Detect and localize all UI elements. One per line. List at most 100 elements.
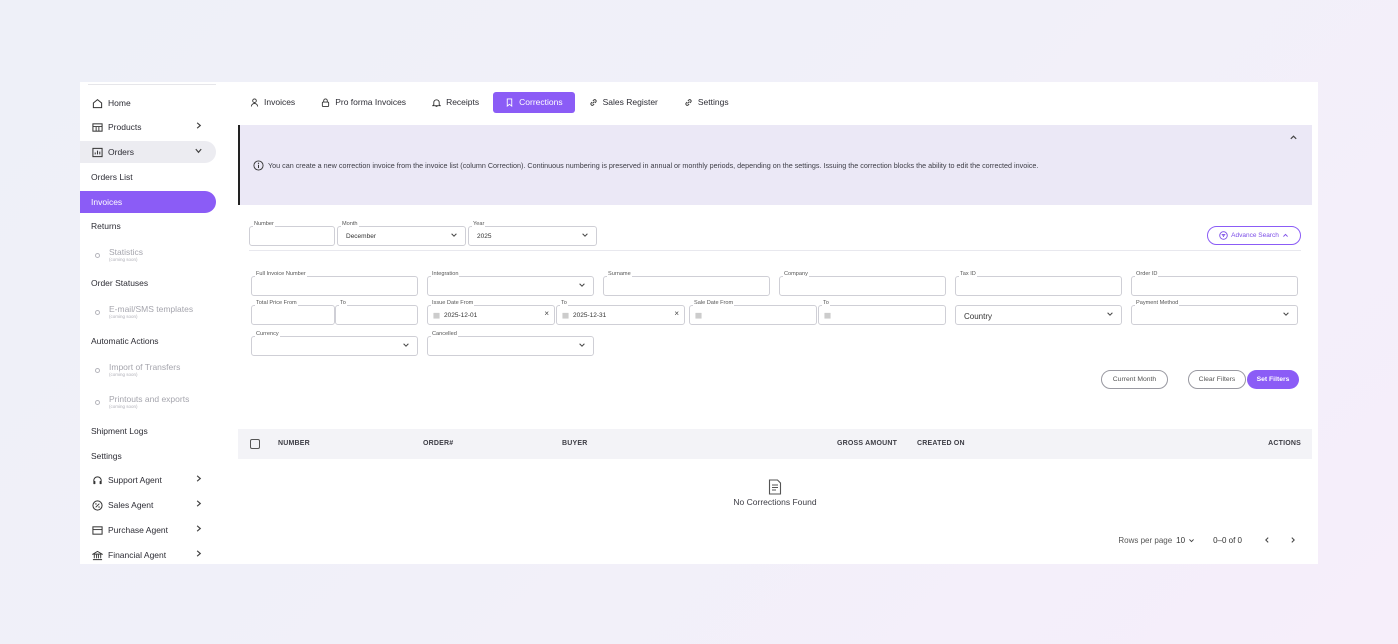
select-all-checkbox[interactable]	[250, 439, 260, 449]
bookmark-icon	[506, 97, 513, 107]
user-icon	[250, 97, 259, 107]
sidebar-item-invoices[interactable]: Invoices	[80, 191, 216, 213]
surname-field[interactable]: Surname	[603, 271, 770, 296]
bank-icon	[91, 549, 103, 561]
current-month-button[interactable]: Current Month	[1101, 370, 1168, 389]
chevron-right-icon	[194, 524, 204, 536]
tab-pro-forma-invoices[interactable]: Pro forma Invoices	[309, 92, 418, 113]
sidebar-item-label: Statistics	[109, 246, 144, 257]
home-icon	[91, 97, 103, 109]
sidebar-item-financial-agent[interactable]: Financial Agent	[80, 544, 216, 564]
total-price-to-field[interactable]: To	[335, 300, 418, 325]
headset-icon	[91, 474, 103, 486]
tab-sales-register[interactable]: Sales Register	[577, 92, 670, 113]
clear-icon[interactable]: ×	[544, 309, 549, 318]
full-invoice-number-field[interactable]: Full Invoice Number	[251, 271, 418, 296]
divider	[249, 250, 1301, 251]
sidebar-item-settings[interactable]: Settings	[80, 445, 216, 467]
tab-receipts[interactable]: Receipts	[420, 92, 491, 113]
rows-per-page-select[interactable]: 10	[1176, 536, 1195, 545]
tab-label: Settings	[697, 97, 729, 107]
sidebar-item-label: Returns	[91, 221, 121, 231]
integration-select[interactable]: Integration	[427, 271, 594, 296]
sidebar-item-shipment-logs[interactable]: Shipment Logs	[80, 420, 216, 442]
field-label: Number	[253, 221, 275, 228]
products-icon	[91, 121, 103, 133]
company-field[interactable]: Company	[779, 271, 946, 296]
clear-icon[interactable]: ×	[674, 309, 679, 318]
filter-icon	[1219, 231, 1228, 240]
column-header-actions: ACTIONS	[1268, 440, 1301, 447]
sidebar-item-home[interactable]: Home	[80, 92, 216, 114]
field-value: 2025-12-01	[444, 312, 478, 319]
field-label: Full Invoice Number	[255, 271, 307, 278]
advanced-search-button[interactable]: Advance Search	[1207, 226, 1301, 245]
tab-invoices[interactable]: Invoices	[238, 92, 307, 113]
cancelled-select[interactable]: Cancelled	[427, 331, 594, 356]
tab-corrections[interactable]: Corrections	[493, 91, 575, 113]
sidebar-item-label: Settings	[91, 451, 122, 461]
month-select[interactable]: Month December	[337, 221, 466, 246]
cart-icon	[91, 524, 103, 536]
set-filters-button[interactable]: Set Filters	[1247, 370, 1299, 389]
issue-date-from-field[interactable]: Issue Date From 2025-12-01 ×	[427, 300, 555, 325]
chevron-up-icon[interactable]	[1289, 133, 1298, 144]
tab-label: Corrections	[519, 97, 563, 107]
sidebar-item-label: Automatic Actions	[91, 336, 159, 346]
clear-filters-button[interactable]: Clear Filters	[1188, 370, 1246, 389]
sidebar-item-automatic-actions[interactable]: Automatic Actions	[80, 330, 216, 352]
sidebar-item-label: Import of Transfers	[109, 361, 181, 372]
bell-icon	[432, 98, 442, 107]
sidebar-item-order-statuses[interactable]: Order Statuses	[80, 272, 216, 294]
sidebar: Home Products Orders Orders List Invoice…	[80, 82, 216, 564]
chevron-down-icon	[581, 231, 590, 240]
field-label: Cancelled	[431, 331, 458, 338]
sidebar-divider	[88, 84, 216, 85]
table-header: NUMBER ORDER# BUYER GROSS AMOUNT CREATED…	[238, 429, 1312, 459]
tab-settings[interactable]: Settings	[672, 92, 741, 113]
payment-method-select[interactable]: Payment Method	[1131, 300, 1298, 325]
tax-id-field[interactable]: Tax ID	[955, 271, 1122, 296]
sale-date-from-field[interactable]: Sale Date From	[689, 300, 817, 325]
column-header-number[interactable]: NUMBER	[278, 440, 310, 447]
next-page-button[interactable]	[1286, 533, 1300, 547]
column-header-order[interactable]: ORDER#	[423, 440, 453, 447]
sidebar-item-returns[interactable]: Returns	[80, 215, 216, 237]
currency-select[interactable]: Currency	[251, 331, 418, 356]
sidebar-item-email-sms-templates: E-mail/SMS templates (coming soon)	[80, 301, 216, 323]
button-label: Current Month	[1112, 376, 1157, 383]
main-content: Invoices Pro forma Invoices Receipts Cor…	[238, 82, 1312, 564]
sidebar-item-orders[interactable]: Orders	[80, 141, 216, 163]
sidebar-item-purchase-agent[interactable]: Purchase Agent	[80, 519, 216, 541]
number-field[interactable]: Number	[249, 221, 335, 246]
field-label: Total Price From	[255, 300, 298, 307]
column-header-created-on[interactable]: CREATED ON	[917, 440, 965, 447]
sidebar-item-label: Financial Agent	[108, 550, 167, 560]
sidebar-item-label: Orders List	[91, 172, 133, 182]
app-window: Home Products Orders Orders List Invoice…	[80, 82, 1318, 564]
sidebar-item-orders-list[interactable]: Orders List	[80, 166, 216, 188]
total-price-from-field[interactable]: Total Price From	[251, 300, 335, 325]
sidebar-item-label: Purchase Agent	[108, 525, 169, 535]
column-header-gross-amount[interactable]: GROSS AMOUNT	[837, 440, 897, 447]
pagination: Rows per page 10 0–0 of 0	[1118, 530, 1312, 550]
field-label: Integration	[431, 271, 460, 278]
order-id-field[interactable]: Order ID	[1131, 271, 1298, 296]
calendar-icon	[695, 312, 702, 319]
year-select[interactable]: Year 2025	[468, 221, 597, 246]
field-label: Currency	[255, 331, 280, 338]
chevron-right-icon	[194, 121, 204, 133]
previous-page-button[interactable]	[1260, 533, 1274, 547]
sale-date-to-field[interactable]: To	[818, 300, 946, 325]
field-label: Company	[783, 271, 809, 278]
issue-date-to-field[interactable]: To 2025-12-31 ×	[556, 300, 685, 325]
sidebar-item-products[interactable]: Products	[80, 116, 216, 138]
column-header-buyer[interactable]: BUYER	[562, 440, 588, 447]
country-select[interactable]: Country	[955, 305, 1122, 325]
field-value: 2025	[477, 233, 492, 240]
sidebar-item-label: Order Statuses	[91, 278, 149, 288]
sidebar-item-sales-agent[interactable]: Sales Agent	[80, 494, 216, 516]
sidebar-item-support-agent[interactable]: Support Agent	[80, 469, 216, 491]
field-label: Issue Date From	[431, 300, 475, 307]
field-label: To	[560, 300, 568, 307]
